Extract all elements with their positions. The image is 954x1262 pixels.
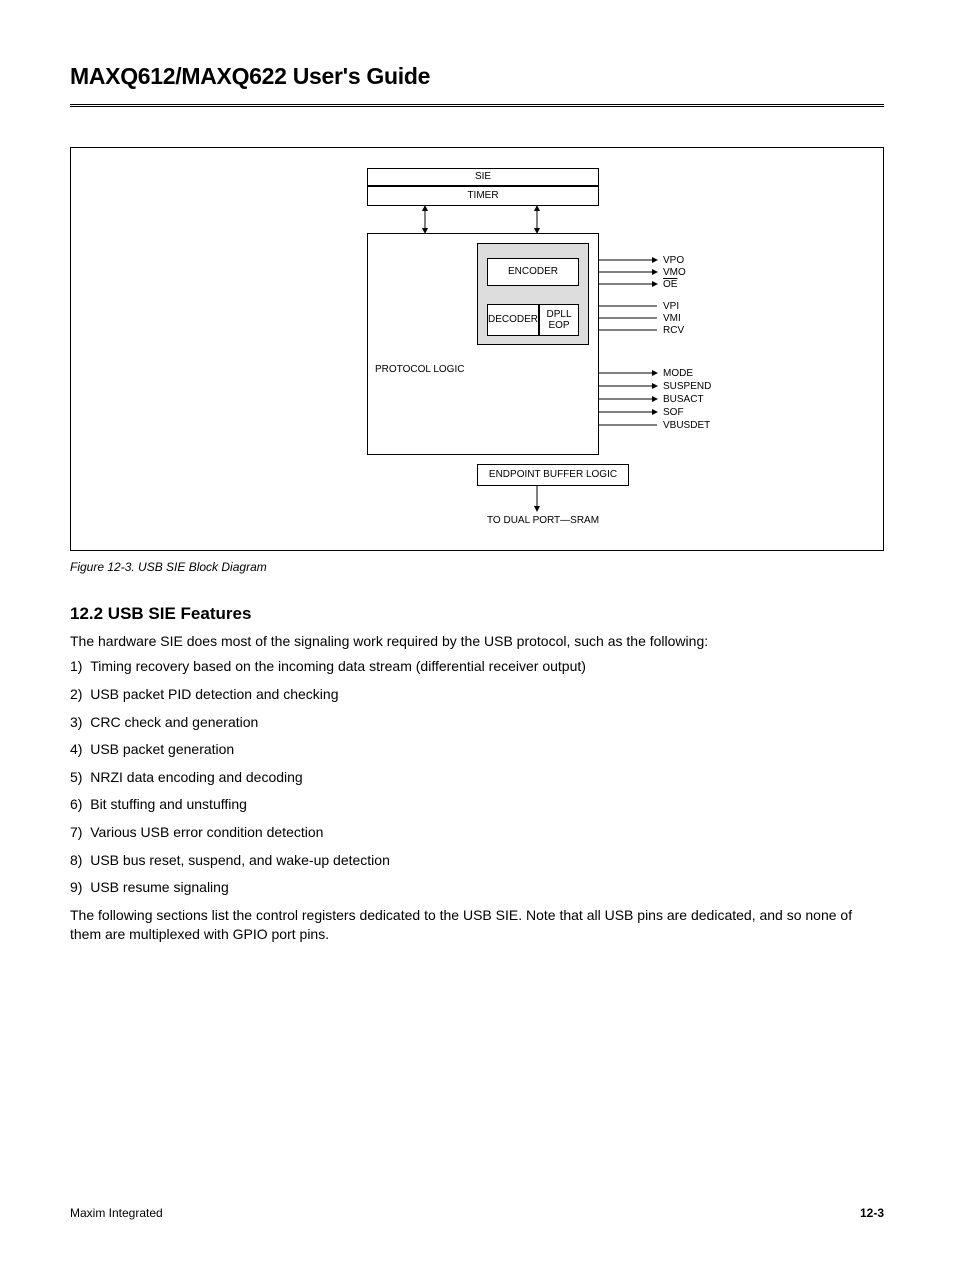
timer-block: TIMER: [367, 186, 599, 206]
list-item: 5) NRZI data encoding and decoding: [70, 768, 884, 788]
encoder-label: ENCODER: [508, 265, 558, 279]
title-rule: [70, 104, 884, 107]
signal-sof: SOF: [663, 406, 684, 420]
list-item: 4) USB packet generation: [70, 740, 884, 760]
figure-container: SIE TIMER PROTOCOL LOGIC ENCODER DECODER…: [70, 147, 884, 551]
section-outro: The following sections list the control …: [70, 906, 884, 945]
protocol-logic-label: PROTOCOL LOGIC: [375, 363, 464, 377]
dpll-eop-block: DPLL EOP: [539, 304, 579, 336]
eop-label: EOP: [548, 320, 569, 331]
endpoint-buffer-block: ENDPOINT BUFFER LOGIC: [477, 464, 629, 486]
page-footer: Maxim Integrated 12-3: [70, 1205, 884, 1222]
footer-page-number: 12-3: [860, 1205, 884, 1222]
list-item: 1) Timing recovery based on the incoming…: [70, 657, 884, 677]
list-item: 9) USB resume signaling: [70, 878, 884, 898]
decoder-label: DECODER: [488, 313, 538, 327]
list-item: 2) USB packet PID detection and checking: [70, 685, 884, 705]
feature-list: 1) Timing recovery based on the incoming…: [70, 657, 884, 897]
timer-label: TIMER: [467, 189, 498, 203]
figure-caption: Figure 12-3. USB SIE Block Diagram: [70, 559, 884, 576]
list-item: 6) Bit stuffing and unstuffing: [70, 795, 884, 815]
signal-suspend: SUSPEND: [663, 380, 711, 394]
footer-left: Maxim Integrated: [70, 1205, 163, 1222]
signal-mode: MODE: [663, 367, 693, 381]
encoder-block: ENCODER: [487, 258, 579, 286]
section-intro: The hardware SIE does most of the signal…: [70, 632, 884, 652]
list-item: 3) CRC check and generation: [70, 713, 884, 733]
to-dual-port-label: TO DUAL PORT—SRAM: [487, 514, 599, 528]
signal-busact: BUSACT: [663, 393, 704, 407]
list-item: 7) Various USB error condition detection: [70, 823, 884, 843]
sie-label: SIE: [475, 170, 491, 184]
block-diagram: SIE TIMER PROTOCOL LOGIC ENCODER DECODER…: [197, 168, 757, 538]
endpoint-buffer-label: ENDPOINT BUFFER LOGIC: [489, 468, 617, 482]
sie-label-box: SIE: [367, 168, 599, 186]
signal-oe: OE: [663, 278, 677, 292]
section-heading: 12.2 USB SIE Features: [70, 602, 884, 626]
list-item: 8) USB bus reset, suspend, and wake-up d…: [70, 851, 884, 871]
doc-title: MAXQ612/MAXQ622 User's Guide: [70, 60, 884, 92]
dpll-label: DPLL: [546, 309, 571, 320]
decoder-block: DECODER: [487, 304, 539, 336]
signal-vbusdet: VBUSDET: [663, 419, 710, 433]
signal-rcv: RCV: [663, 324, 684, 338]
